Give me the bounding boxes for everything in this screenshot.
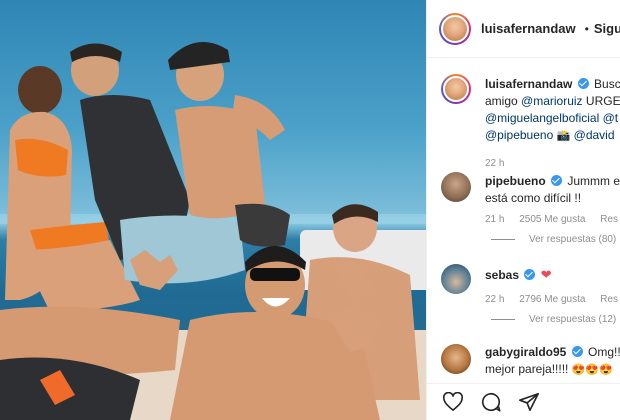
heart-eyes-emoji-icon: 😍😍😍 bbox=[571, 364, 613, 376]
view-replies-button[interactable]: Ver respuestas (80) bbox=[491, 234, 616, 245]
comment-body: sebas ❤ bbox=[485, 266, 620, 284]
comment-body: gabygiraldo95 Omg!!! mejor pareja!!!!! 😍… bbox=[485, 344, 620, 379]
replies-divider bbox=[491, 239, 515, 240]
view-replies-label: Ver respuestas (12) bbox=[529, 314, 617, 325]
mention-link[interactable]: @marioruiz bbox=[521, 94, 583, 108]
author-username[interactable]: luisafernandaw bbox=[481, 21, 576, 36]
comment-likes[interactable]: 2796 Me gusta bbox=[519, 294, 585, 305]
comments-list[interactable]: luisafernandaw Busco amigo @marioruiz UR… bbox=[427, 58, 620, 383]
commenter-avatar[interactable] bbox=[441, 172, 471, 202]
follow-button[interactable]: Sigu bbox=[594, 21, 620, 36]
comment-username[interactable]: gabygiraldo95 bbox=[485, 345, 566, 359]
comment-text: Jummm es bbox=[567, 174, 620, 188]
mention-link[interactable]: @miguelangelboficial bbox=[485, 111, 599, 125]
mention-link[interactable]: @t bbox=[599, 111, 619, 125]
red-heart-emoji-icon: ❤ bbox=[540, 267, 552, 282]
verified-badge-icon bbox=[571, 346, 583, 357]
post-photo[interactable] bbox=[0, 0, 426, 420]
mention-link[interactable]: @david bbox=[574, 128, 615, 142]
reply-button[interactable]: Res bbox=[600, 214, 618, 225]
view-replies-label: Ver respuestas (80) bbox=[529, 234, 617, 245]
verified-badge-icon bbox=[524, 269, 536, 280]
comment-meta: 21 h 2505 Me gusta Res bbox=[485, 214, 620, 225]
comment-time[interactable]: 21 h bbox=[485, 214, 504, 225]
post-sidebar: luisafernandaw • Sigu luisafernandaw Bus… bbox=[426, 0, 620, 420]
replies-divider bbox=[491, 319, 515, 320]
comment-likes[interactable]: 2505 Me gusta bbox=[519, 214, 585, 225]
view-replies-button[interactable]: Ver respuestas (12) bbox=[491, 314, 616, 325]
camera-emoji-icon: 📸 bbox=[556, 130, 571, 142]
comment-username[interactable]: pipebueno bbox=[485, 174, 546, 188]
comment-meta: 22 h 2796 Me gusta Res bbox=[485, 294, 620, 305]
author-avatar[interactable] bbox=[439, 12, 471, 45]
commenter-avatar[interactable] bbox=[441, 344, 471, 374]
comment-text: Busco bbox=[594, 77, 620, 91]
reply-button[interactable]: Res bbox=[600, 294, 618, 305]
comment-username[interactable]: sebas bbox=[485, 268, 519, 282]
comment-bubble-icon[interactable] bbox=[479, 390, 503, 414]
post-actions-bar bbox=[427, 383, 620, 420]
comment-text: mejor pareja!!!!! bbox=[485, 362, 572, 376]
photo-people-illustration bbox=[0, 42, 420, 420]
post-header: luisafernandaw • Sigu bbox=[427, 0, 620, 58]
header-separator: • bbox=[584, 21, 589, 36]
caption-body: luisafernandaw Busco amigo @marioruiz UR… bbox=[485, 76, 620, 145]
comment-text: está como difícil !! bbox=[485, 191, 582, 205]
heart-outline-icon[interactable] bbox=[441, 390, 465, 414]
comment-time[interactable]: 22 h bbox=[485, 158, 504, 169]
comment-text: Omg!!! bbox=[588, 345, 620, 359]
paper-plane-icon[interactable] bbox=[517, 390, 541, 414]
mention-link[interactable]: @pipebueno bbox=[485, 128, 553, 142]
verified-badge-icon bbox=[577, 78, 589, 89]
caption-author-avatar[interactable] bbox=[441, 74, 471, 104]
comment-text: amigo bbox=[485, 94, 522, 108]
comment-username[interactable]: luisafernandaw bbox=[485, 77, 572, 91]
comment-time[interactable]: 22 h bbox=[485, 294, 504, 305]
comment-text: URGE bbox=[582, 94, 620, 108]
caption-meta: 22 h bbox=[485, 158, 516, 169]
commenter-avatar[interactable] bbox=[441, 264, 471, 294]
comment-body: pipebueno Jummm es está como difícil !! bbox=[485, 173, 620, 207]
verified-badge-icon bbox=[551, 175, 563, 186]
